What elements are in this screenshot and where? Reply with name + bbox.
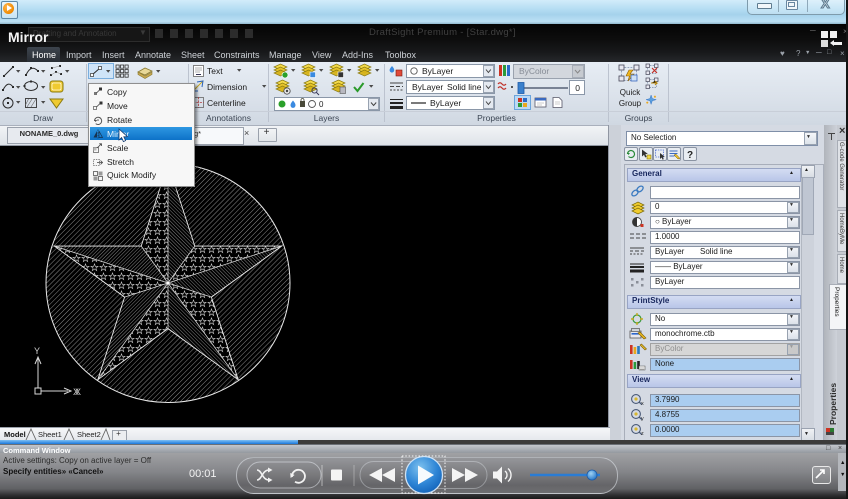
svg-text:0: 0: [319, 100, 324, 109]
svg-text:x: x: [641, 401, 644, 407]
svg-text:y: y: [641, 416, 644, 422]
svg-text:Y: Y: [34, 346, 40, 356]
svg-text:0: 0: [575, 83, 580, 93]
svg-text:X: X: [75, 387, 81, 397]
svg-text:z: z: [641, 431, 644, 437]
